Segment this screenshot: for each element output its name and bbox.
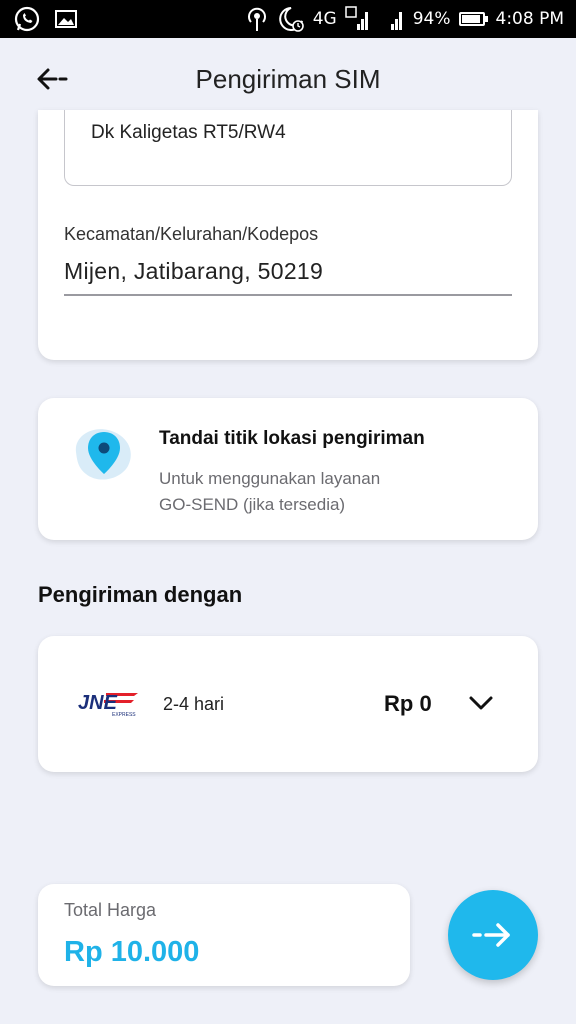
signal-icon bbox=[379, 6, 405, 32]
battery-icon bbox=[458, 12, 488, 26]
whatsapp-icon bbox=[14, 6, 40, 32]
map-pin-icon bbox=[75, 429, 131, 480]
shipping-option-dropdown[interactable]: JNE EXPRESS 2-4 hari Rp 0 bbox=[38, 636, 538, 772]
field-underline bbox=[64, 294, 512, 296]
total-label: Total Harga bbox=[64, 900, 157, 920]
jne-logo-text: JNE bbox=[78, 692, 118, 714]
address-card: Dk Kaligetas RT5/RW4 Kecamatan/Kelurahan… bbox=[38, 110, 538, 360]
hotspot-icon bbox=[245, 5, 269, 33]
jne-logo: JNE EXPRESS bbox=[78, 692, 138, 718]
shipping-section-title: Pengiriman dengan bbox=[38, 582, 243, 607]
location-subtitle-line: GO-SEND (jika tersedia) bbox=[159, 495, 346, 514]
district-field[interactable]: Mijen, Jatibarang, 50219 bbox=[64, 258, 323, 285]
next-button[interactable] bbox=[448, 890, 538, 980]
signal-icon bbox=[344, 6, 371, 32]
location-subtitle-line: Untuk menggunakan layanan bbox=[159, 469, 381, 488]
total-value: Rp 10.000 bbox=[64, 936, 200, 968]
app-bar: Pengiriman SIM bbox=[0, 38, 576, 120]
address-street: Dk Kaligetas RT5/RW4 bbox=[91, 122, 286, 143]
shipping-duration: 2-4 hari bbox=[163, 694, 225, 714]
gallery-icon bbox=[54, 8, 78, 30]
night-alarm-icon bbox=[277, 5, 305, 33]
status-bar: 4G 94% 4:08 PM bbox=[0, 0, 576, 38]
address-input[interactable]: Dk Kaligetas RT5/RW4 bbox=[64, 110, 512, 186]
district-label: Kecamatan/Kelurahan/Kodepos bbox=[64, 224, 319, 244]
arrow-right-icon bbox=[472, 923, 510, 947]
page-title: Pengiriman SIM bbox=[195, 64, 381, 94]
clock: 4:08 PM bbox=[495, 9, 565, 29]
shipping-price: Rp 0 bbox=[384, 691, 432, 716]
location-subtitle: Untuk menggunakan layanan GO-SEND (jika … bbox=[159, 466, 380, 518]
battery-percent: 94% bbox=[412, 9, 451, 29]
location-title: Tandai titik lokasi pengiriman bbox=[159, 428, 425, 449]
total-price-card: Total Harga Rp 10.000 bbox=[38, 884, 410, 986]
jne-logo-sub: EXPRESS bbox=[112, 712, 136, 718]
location-pin-card[interactable]: Tandai titik lokasi pengiriman Untuk men… bbox=[38, 398, 538, 540]
network-type: 4G bbox=[312, 9, 337, 29]
chevron-down-icon[interactable] bbox=[468, 692, 494, 714]
